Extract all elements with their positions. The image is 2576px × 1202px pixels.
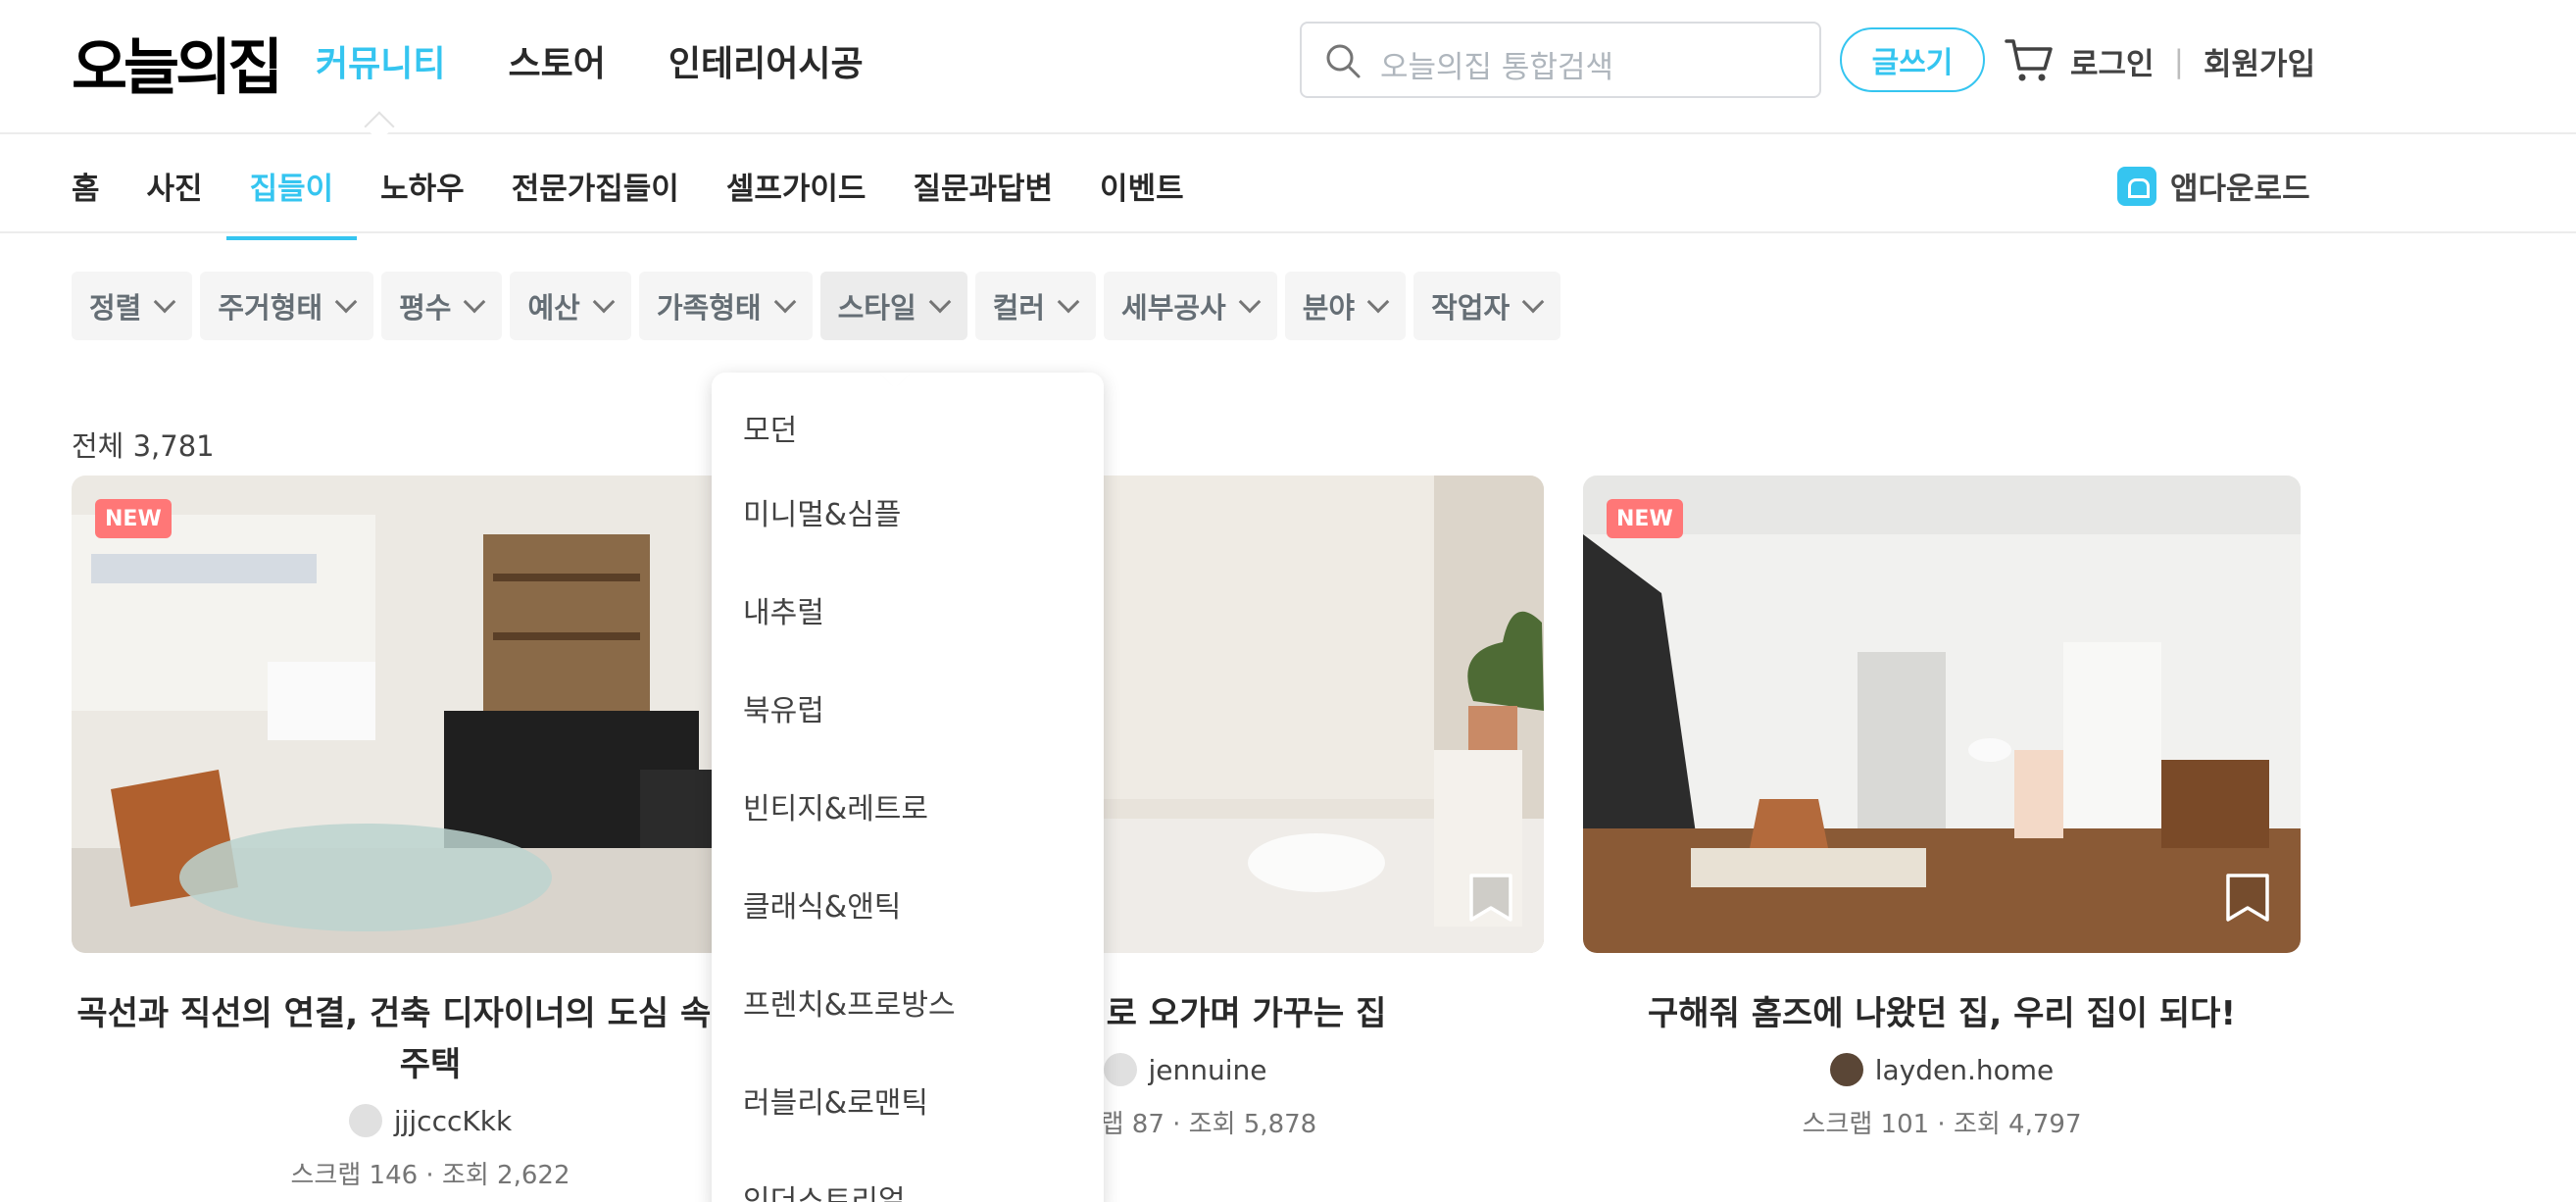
filter-label: 분야 bbox=[1302, 291, 1356, 325]
new-badge: NEW bbox=[1607, 499, 1683, 538]
filter-label: 스타일 bbox=[837, 291, 916, 325]
filter-label: 정렬 bbox=[89, 291, 142, 325]
filter-worker[interactable]: 작업자 bbox=[1413, 272, 1561, 340]
chevron-down-icon bbox=[1521, 290, 1545, 314]
style-option[interactable]: 인더스트리얼 bbox=[712, 1149, 1104, 1202]
filter-budget[interactable]: 예산 bbox=[510, 272, 631, 340]
card-stats: 스크랩 146 · 조회 2,622 bbox=[290, 1161, 570, 1190]
card-author[interactable]: layden.home bbox=[1583, 1053, 2301, 1086]
subnav-event[interactable]: 이벤트 bbox=[1100, 164, 1184, 237]
filter-label: 세부공사 bbox=[1121, 291, 1226, 325]
style-option[interactable]: 모던 bbox=[712, 392, 1104, 463]
search-box[interactable]: 오늘의집 통합검색 bbox=[1300, 22, 1821, 98]
style-dropdown: 모던 미니멀&심플 내추럴 북유럽 빈티지&레트로 클래식&앤틱 프렌치&프로방… bbox=[712, 373, 1104, 1202]
login-link[interactable]: 로그인 bbox=[2070, 39, 2155, 83]
cart-icon[interactable] bbox=[2004, 35, 2055, 84]
housewarming-card[interactable]: NEW 곡선과 직선의 연결, 건축 디자이너의 도심 속 전원주택 jjjcc… bbox=[72, 476, 789, 1191]
filter-label: 가족형태 bbox=[656, 291, 762, 325]
subnav-qna[interactable]: 질문과답변 bbox=[913, 164, 1053, 237]
filter-family-type[interactable]: 가족형태 bbox=[638, 272, 813, 340]
avatar bbox=[1103, 1053, 1137, 1086]
filter-area[interactable]: 평수 bbox=[381, 272, 503, 340]
chevron-down-icon bbox=[773, 290, 796, 314]
write-button[interactable]: 글쓰기 bbox=[1840, 27, 1985, 92]
subnav-self-guide[interactable]: 셀프가이드 bbox=[726, 164, 867, 237]
search-input[interactable]: 오늘의집 통합검색 bbox=[1380, 42, 1613, 86]
top-header: 오늘의집 커뮤니티 스토어 인테리어시공 오늘의집 통합검색 글쓰기 로그인 |… bbox=[0, 0, 2576, 142]
filter-housing-type[interactable]: 주거형태 bbox=[200, 272, 374, 340]
chevron-down-icon bbox=[592, 290, 616, 314]
subnav-knowhow[interactable]: 노하우 bbox=[380, 164, 465, 237]
subnav-home[interactable]: 홈 bbox=[72, 164, 100, 237]
auth-links: 로그인 | 회원가입 bbox=[2070, 39, 2315, 83]
style-option[interactable]: 빈티지&레트로 bbox=[712, 757, 1104, 855]
subnav-photo[interactable]: 사진 bbox=[147, 164, 203, 237]
chevron-down-icon bbox=[928, 290, 951, 314]
chevron-down-icon bbox=[154, 290, 176, 314]
app-download-link[interactable]: 앱다운로드 bbox=[2117, 164, 2310, 208]
filter-label: 작업자 bbox=[1431, 291, 1511, 325]
bookmark-icon[interactable] bbox=[1467, 873, 1514, 924]
filter-detail-work[interactable]: 세부공사 bbox=[1104, 272, 1277, 340]
hallway-photo bbox=[1583, 476, 2301, 953]
signup-link[interactable]: 회원가입 bbox=[2204, 39, 2315, 83]
author-name: jennuine bbox=[1148, 1053, 1267, 1086]
total-count: 전체 3,781 bbox=[72, 429, 215, 463]
author-name: layden.home bbox=[1874, 1053, 2055, 1086]
card-image[interactable]: NEW bbox=[72, 476, 789, 953]
card-title[interactable]: 구해줘 홈즈에 나왔던 집, 우리 집이 되다! bbox=[1583, 988, 2301, 1039]
card-title[interactable]: 곡선과 직선의 연결, 건축 디자이너의 도심 속 전원주택 bbox=[72, 988, 789, 1090]
style-option[interactable]: 클래식&앤틱 bbox=[712, 855, 1104, 953]
housewarming-card[interactable]: NEW 구해줘 홈즈에 나왔던 집, 우리 집이 되다! layden.home… bbox=[1583, 476, 2301, 1140]
living-room-photo bbox=[72, 476, 789, 953]
subnav-expert-housewarming[interactable]: 전문가집들이 bbox=[512, 164, 679, 237]
avatar bbox=[348, 1104, 382, 1137]
author-name: jjjcccKkk bbox=[393, 1104, 513, 1137]
subnav-housewarming[interactable]: 집들이 bbox=[225, 164, 357, 240]
gnb-interior-service[interactable]: 인테리어시공 bbox=[669, 35, 864, 86]
card-image[interactable]: NEW bbox=[1583, 476, 2301, 953]
chevron-down-icon bbox=[464, 290, 486, 314]
avatar bbox=[1829, 1053, 1863, 1086]
chevron-down-icon bbox=[1238, 290, 1262, 314]
style-option[interactable]: 미니멀&심플 bbox=[712, 463, 1104, 561]
gnb-community[interactable]: 커뮤니티 bbox=[316, 35, 445, 86]
logo[interactable]: 오늘의집 bbox=[72, 18, 283, 106]
global-nav: 커뮤니티 스토어 인테리어시공 bbox=[316, 35, 864, 86]
search-icon bbox=[1326, 44, 1361, 78]
card-author[interactable]: jjjcccKkk bbox=[72, 1104, 789, 1137]
filter-sort[interactable]: 정렬 bbox=[72, 272, 193, 340]
filter-label: 컬러 bbox=[992, 291, 1046, 325]
filter-label: 평수 bbox=[399, 291, 452, 325]
app-icon bbox=[2117, 166, 2156, 206]
filter-style[interactable]: 스타일 bbox=[819, 272, 967, 340]
style-option[interactable]: 내추럴 bbox=[712, 561, 1104, 659]
chevron-down-icon bbox=[1057, 290, 1080, 314]
auth-divider: | bbox=[2173, 43, 2185, 79]
gnb-store[interactable]: 스토어 bbox=[508, 35, 605, 86]
filter-label: 예산 bbox=[527, 291, 580, 325]
style-option[interactable]: 북유럽 bbox=[712, 659, 1104, 757]
filter-bar: 정렬 주거형태 평수 예산 가족형태 스타일 컬러 세부공사 분야 작업자 bbox=[72, 272, 1561, 340]
chevron-down-icon bbox=[1366, 290, 1390, 314]
style-option[interactable]: 프렌치&프로방스 bbox=[712, 953, 1104, 1051]
bookmark-icon[interactable] bbox=[2224, 873, 2271, 924]
filter-field[interactable]: 분야 bbox=[1284, 272, 1407, 340]
chevron-down-icon bbox=[334, 290, 358, 314]
filter-label: 주거형태 bbox=[218, 291, 323, 325]
card-stats: 스크랩 101 · 조회 4,797 bbox=[1802, 1110, 2082, 1139]
filter-color[interactable]: 컬러 bbox=[974, 272, 1097, 340]
app-download-label: 앱다운로드 bbox=[2170, 172, 2310, 207]
sub-nav: 홈 사진 집들이 노하우 전문가집들이 셀프가이드 질문과답변 이벤트 앱다운로… bbox=[0, 134, 2576, 240]
new-badge: NEW bbox=[95, 499, 172, 538]
style-option[interactable]: 러블리&로맨틱 bbox=[712, 1051, 1104, 1149]
